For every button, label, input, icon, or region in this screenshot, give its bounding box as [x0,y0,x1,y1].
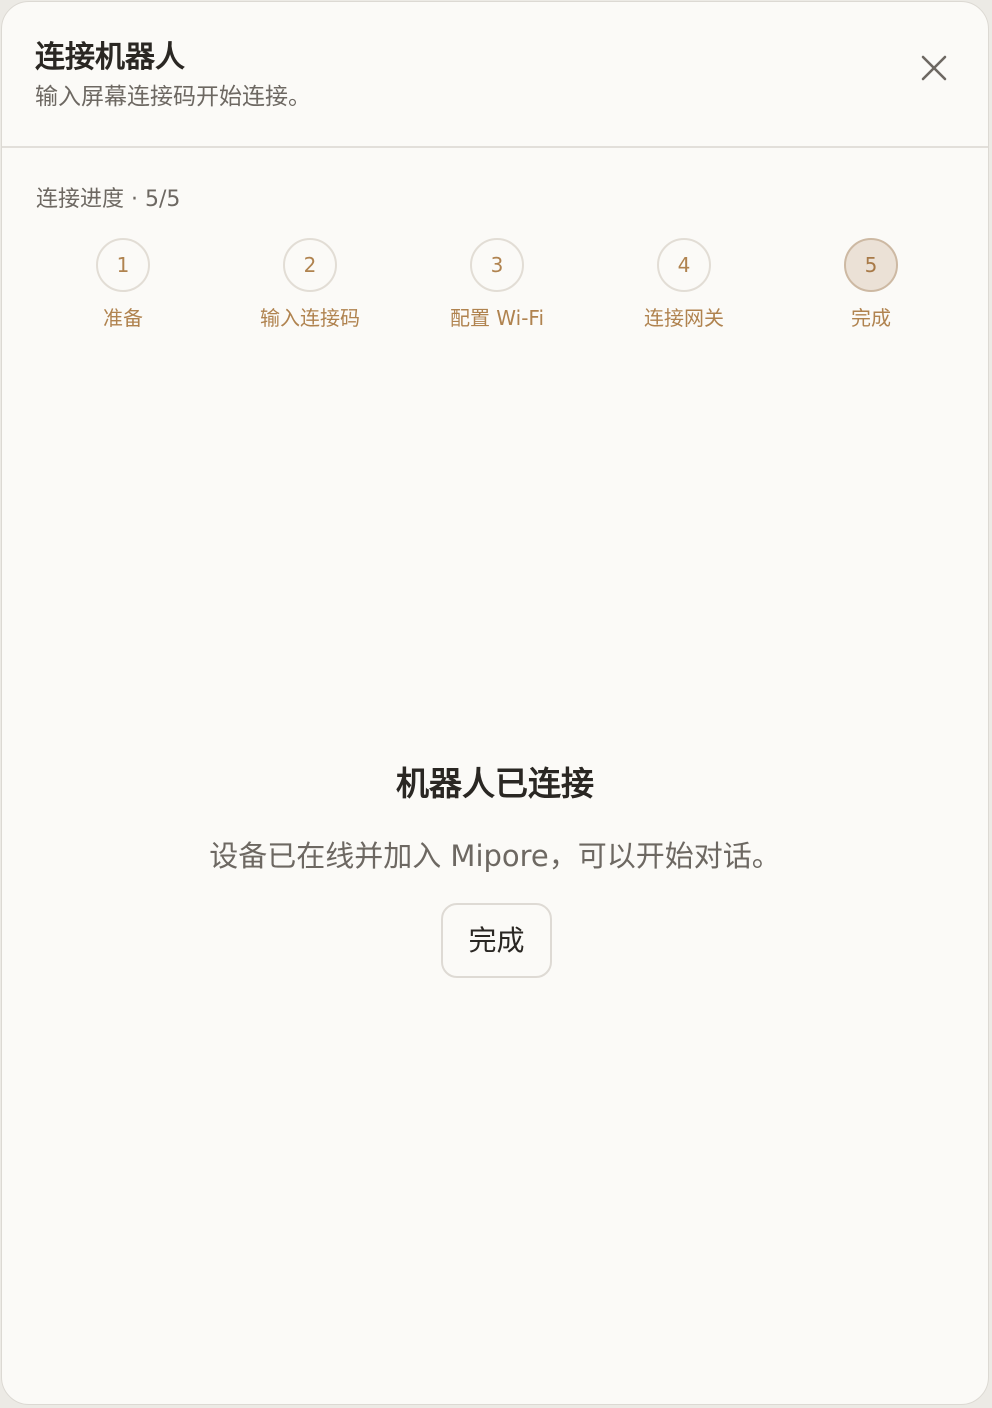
step-number: 3 [470,238,524,292]
step-enter-code[interactable]: 2 输入连接码 [240,238,380,332]
step-label: 输入连接码 [260,306,360,330]
step-prepare[interactable]: 1 准备 [53,238,193,332]
progress-label: 连接进度 · 5/5 [36,187,181,212]
step-label: 连接网关 [644,306,724,330]
dialog-subtitle: 输入屏幕连接码开始连接。 [35,84,311,110]
close-button[interactable] [914,48,954,88]
step-number: 1 [96,238,150,292]
step-configure-wifi[interactable]: 3 配置 Wi-Fi [427,238,567,332]
dialog-header: 连接机器人 输入屏幕连接码开始连接。 [2,2,988,148]
step-complete[interactable]: 5 完成 [801,238,941,332]
step-number: 4 [657,238,711,292]
step-indicator: 1 准备 2 输入连接码 3 配置 Wi-Fi 4 连接网关 5 完成 [2,238,988,338]
step-label: 完成 [851,306,891,330]
step-label: 配置 Wi-Fi [449,306,545,330]
done-button[interactable]: 完成 [441,903,552,978]
result-description: 设备已在线并加入 Mipore，可以开始对话。 [209,839,781,873]
step-number: 2 [283,238,337,292]
step-connect-gateway[interactable]: 4 连接网关 [614,238,754,332]
close-icon [921,55,947,81]
result-title: 机器人已连接 [396,764,594,803]
dialog-title: 连接机器人 [35,40,185,75]
step-label: 准备 [103,306,143,330]
connect-robot-dialog: 连接机器人 输入屏幕连接码开始连接。 连接进度 · 5/5 1 准备 2 输入连… [1,1,989,1405]
step-number: 5 [844,238,898,292]
